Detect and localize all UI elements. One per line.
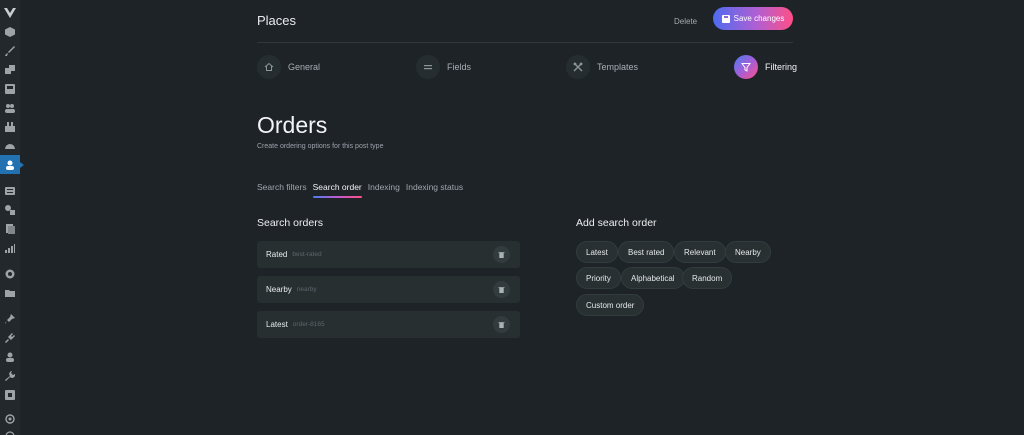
delete-order-button[interactable] — [493, 246, 510, 263]
header-divider — [257, 42, 793, 43]
sidebar-circle-icon[interactable] — [0, 264, 20, 283]
step-filtering[interactable]: Filtering — [734, 54, 797, 79]
add-order-option[interactable]: Priority — [576, 267, 621, 289]
search-order-row[interactable]: Rated best-rated — [257, 241, 520, 268]
theme-logo-icon[interactable] — [3, 6, 17, 20]
add-order-option[interactable]: Alphabetical — [621, 267, 685, 289]
sidebar-list-icon[interactable] — [0, 181, 20, 200]
add-search-order-heading: Add search order — [576, 217, 657, 229]
order-label: Nearby — [266, 285, 292, 294]
sidebar-profile-icon[interactable] — [0, 155, 24, 174]
add-order-option[interactable]: Best rated — [618, 241, 675, 263]
add-order-option[interactable]: Latest — [576, 241, 618, 263]
filter-icon — [734, 54, 758, 79]
home-icon — [257, 54, 281, 79]
sidebar-settings-icon[interactable] — [0, 385, 20, 404]
order-key: order-8165 — [292, 321, 325, 328]
sidebar-collapse-icon[interactable] — [0, 426, 20, 435]
add-order-option[interactable]: Relevant — [674, 241, 726, 263]
step-label: Templates — [597, 61, 639, 72]
search-order-row[interactable]: Nearby nearby — [257, 276, 520, 303]
step-fields[interactable]: Fields — [416, 54, 471, 79]
step-templates[interactable]: Templates — [566, 54, 638, 79]
sidebar-plug-icon[interactable] — [0, 328, 20, 347]
equals-icon — [416, 54, 440, 79]
trash-icon — [498, 287, 505, 293]
delete-button[interactable]: Delete — [674, 17, 697, 26]
post-type-title: Places — [257, 13, 297, 28]
delete-order-button[interactable] — [493, 316, 510, 333]
save-icon — [721, 14, 730, 23]
save-changes-button[interactable]: Save changes — [713, 7, 793, 30]
trash-icon — [498, 322, 505, 328]
order-label: Rated — [266, 250, 288, 259]
delete-order-button[interactable] — [493, 281, 510, 298]
sidebar-box-icon[interactable] — [0, 79, 20, 98]
sidebar-media-icon[interactable] — [0, 60, 20, 79]
step-general[interactable]: General — [257, 54, 320, 79]
search-orders-heading: Search orders — [257, 217, 323, 229]
tab-search-filters[interactable]: Search filters — [257, 182, 307, 198]
subtab-bar: Search filters Search order Indexing Ind… — [257, 182, 463, 198]
order-key: nearby — [296, 286, 317, 293]
sidebar-pin-icon[interactable] — [0, 309, 20, 328]
save-changes-label: Save changes — [733, 14, 785, 23]
sidebar-brush-icon[interactable] — [0, 41, 20, 60]
page-title: Orders — [257, 112, 328, 138]
step-label: Fields — [447, 61, 472, 72]
sidebar-shapes-icon[interactable] — [0, 200, 20, 219]
order-key: best-rated — [292, 251, 322, 258]
sidebar-users-icon[interactable] — [0, 98, 20, 117]
sidebar-wrench-icon[interactable] — [0, 366, 20, 385]
sidebar-dashboard-icon[interactable] — [0, 136, 20, 155]
add-order-option[interactable]: Random — [682, 267, 733, 289]
step-label: Filtering — [765, 61, 798, 72]
page-subtitle: Create ordering options for this post ty… — [257, 143, 384, 150]
sidebar-pages-icon[interactable] — [0, 219, 20, 238]
sidebar-plugins-icon[interactable] — [0, 117, 20, 136]
tab-indexing-status[interactable]: Indexing status — [406, 182, 463, 198]
tab-indexing[interactable]: Indexing — [368, 182, 400, 198]
tab-search-order[interactable]: Search order — [312, 182, 362, 198]
admin-sidebar — [0, 0, 24, 435]
order-label: Latest — [266, 320, 288, 329]
add-order-option[interactable]: Custom order — [576, 294, 645, 316]
add-order-option[interactable]: Nearby — [725, 241, 771, 263]
sidebar-user-icon[interactable] — [0, 347, 20, 366]
sidebar-cube-icon[interactable] — [0, 22, 20, 41]
search-order-row[interactable]: Latest order-8165 — [257, 311, 520, 338]
sidebar-stats-icon[interactable] — [0, 238, 20, 257]
trash-icon — [498, 252, 505, 258]
tools-icon — [566, 54, 590, 79]
step-label: General — [288, 61, 321, 72]
sidebar-folder-icon[interactable] — [0, 283, 20, 302]
